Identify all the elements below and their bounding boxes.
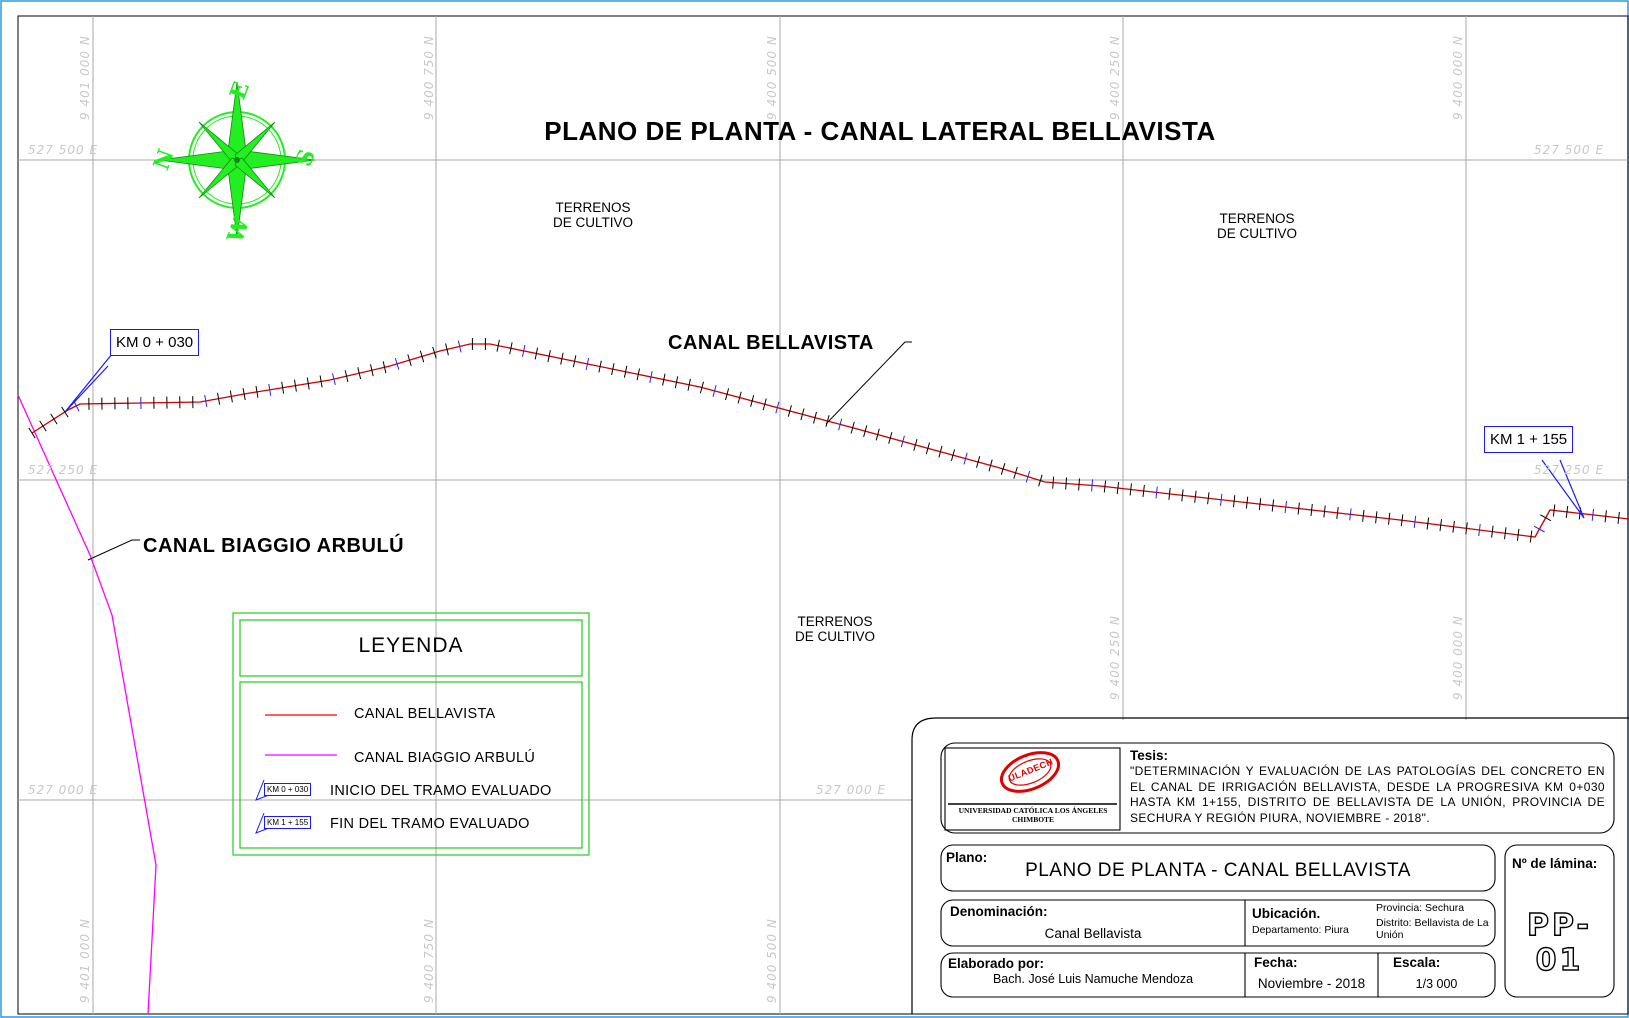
canal-section-tick xyxy=(1284,501,1287,514)
lamina-value: PP-01 xyxy=(1526,907,1592,978)
canal-section-tick xyxy=(28,427,36,439)
canal-section-tick xyxy=(1552,504,1556,517)
compass-west: N xyxy=(148,146,179,174)
logo-university: UNIVERSIDAD CATÓLICA LOS ÁNGELES CHIMBOT… xyxy=(946,806,1120,824)
legend-km-start-marker: KM 0 + 030 xyxy=(264,783,312,796)
drawing-title: PLANO DE PLANTA - CANAL LATERAL BELLAVIS… xyxy=(544,116,1216,146)
canal-section-tick xyxy=(1323,505,1326,518)
fecha-label: Fecha: xyxy=(1254,955,1298,970)
canal-section-tick xyxy=(1220,493,1223,506)
lamina-label: Nº de lámina: xyxy=(1512,856,1598,871)
ubicacion-label: Ubicación. xyxy=(1252,906,1321,921)
canal-section-tick xyxy=(1052,476,1055,489)
denominacion-label: Denominación: xyxy=(950,904,1048,919)
canal-section-tick xyxy=(1297,502,1300,515)
denominacion-value: Canal Bellavista xyxy=(1044,926,1142,941)
km-end-marker: KM 1 + 155 xyxy=(1484,426,1574,453)
university-name: UNIVERSIDAD CATÓLICA LOS ÁNGELES xyxy=(958,806,1108,815)
northing-bottom-4: 9 400 250 N xyxy=(1108,615,1122,700)
canal-bellavista-line xyxy=(31,343,1629,538)
canal-section-tick xyxy=(1155,486,1158,499)
legend-km-end-marker: KM 1 + 155 xyxy=(264,816,312,829)
canal-section-tick xyxy=(1336,506,1339,519)
easting-mid: 527 000 E xyxy=(816,783,887,797)
canal-bellavista-ticks xyxy=(28,338,1620,543)
escala-value: 1/3 000 xyxy=(1415,977,1458,991)
canal-section-tick xyxy=(1604,510,1607,523)
easting-left-2: 527 250 E xyxy=(28,463,99,477)
compass-north: E xyxy=(225,78,255,103)
legend-item-end: FIN DEL TRAMO EVALUADO xyxy=(330,816,530,832)
canal-section-tick xyxy=(1233,495,1236,508)
northing-bottom-3: 9 400 500 N xyxy=(765,918,779,1003)
northing-top-2: 9 400 750 N xyxy=(422,35,436,120)
canal-section-tick xyxy=(1116,482,1120,495)
northing-top-1: 9 401 000 N xyxy=(78,35,92,120)
canal-section-tick xyxy=(1142,484,1145,497)
legend-item-biaggio: CANAL BIAGGIO ARBULÚ xyxy=(354,750,536,766)
compass-east: S xyxy=(291,146,321,170)
canal-bellavista-label: CANAL BELLAVISTA xyxy=(668,332,874,354)
canal-biaggio-label: CANAL BIAGGIO ARBULÚ xyxy=(143,535,405,557)
canal-section-tick xyxy=(1103,480,1107,493)
drawing-sheet: E S W N PLANO DE PLANTA - CANAL LATERAL … xyxy=(0,0,1629,1018)
canal-section-tick xyxy=(1245,496,1249,509)
canal-section-tick xyxy=(1258,498,1262,511)
distrito: Distrito: Bellavista de La Unión xyxy=(1376,917,1489,941)
northing-bottom-5: 9 400 000 N xyxy=(1451,615,1465,700)
elaborado-label: Elaborado por: xyxy=(948,956,1045,971)
northing-bottom-2: 9 400 750 N xyxy=(422,918,436,1003)
tesis-text: "DETERMINACIÓN Y EVALUACIÓN DE LAS PATOL… xyxy=(1130,764,1605,825)
canal-section-tick xyxy=(1540,514,1552,522)
canal-section-tick xyxy=(1375,511,1378,524)
canal-section-tick xyxy=(1362,509,1365,522)
canal-section-tick xyxy=(1591,508,1594,521)
northing-top-5: 9 400 000 N xyxy=(1451,35,1465,120)
easting-left-1: 527 500 E xyxy=(28,143,99,157)
northing-bottom-1: 9 401 000 N xyxy=(78,918,92,1003)
escala-label: Escala: xyxy=(1393,955,1441,970)
canal-section-tick xyxy=(1194,490,1197,503)
canal-section-tick xyxy=(39,420,47,432)
easting-right-2: 527 250 E xyxy=(1534,463,1605,477)
canal-section-tick xyxy=(1065,477,1067,490)
northing-top-4: 9 400 250 N xyxy=(1108,35,1122,120)
fecha-value: Noviembre - 2018 xyxy=(1257,976,1366,991)
canal-section-tick xyxy=(1565,505,1569,518)
canal-section-tick xyxy=(1310,503,1313,516)
legend-title: LEYENDA xyxy=(358,634,464,657)
area-label-2: TERRENOS DE CULTIVO xyxy=(1216,211,1297,241)
area-label-1: TERRENOS DE CULTIVO xyxy=(552,200,633,230)
canal-section-tick xyxy=(1388,512,1391,525)
canal-section-tick xyxy=(1091,479,1093,492)
canal-section-tick xyxy=(1207,492,1210,505)
area-label-3: TERRENOS DE CULTIVO xyxy=(794,614,875,644)
canal-section-tick xyxy=(1349,508,1352,521)
canal-section-tick xyxy=(1168,487,1171,500)
compass-south: W xyxy=(222,214,255,247)
canal-section-tick xyxy=(1181,489,1184,502)
easting-right-1: 527 500 E xyxy=(1534,143,1605,157)
university-city: CHIMBOTE xyxy=(1011,815,1055,824)
canal-section-tick xyxy=(1271,499,1275,512)
plano-value: PLANO DE PLANTA - CANAL BELLAVISTA xyxy=(1025,860,1411,881)
tesis-label: Tesis: xyxy=(1130,748,1169,763)
km-start-marker: KM 0 + 030 xyxy=(110,329,200,356)
canal-section-tick xyxy=(1129,483,1132,496)
canal-section-tick xyxy=(1533,525,1545,533)
elaborado-value: Bach. José Luis Namuche Mendoza xyxy=(992,972,1194,986)
canal-biaggio-leader xyxy=(87,539,140,561)
provincia: Provincia: Sechura xyxy=(1376,902,1465,914)
northing-top-3: 9 400 500 N xyxy=(765,35,779,120)
canal-section-tick xyxy=(50,413,58,425)
easting-left-3: 527 000 E xyxy=(28,783,99,797)
departamento: Departamento: Piura xyxy=(1252,924,1349,936)
canal-section-tick xyxy=(1617,511,1620,524)
legend-item-start: INICIO DEL TRAMO EVALUADO xyxy=(330,783,552,799)
legend-item-bellavista: CANAL BELLAVISTA xyxy=(354,706,496,722)
